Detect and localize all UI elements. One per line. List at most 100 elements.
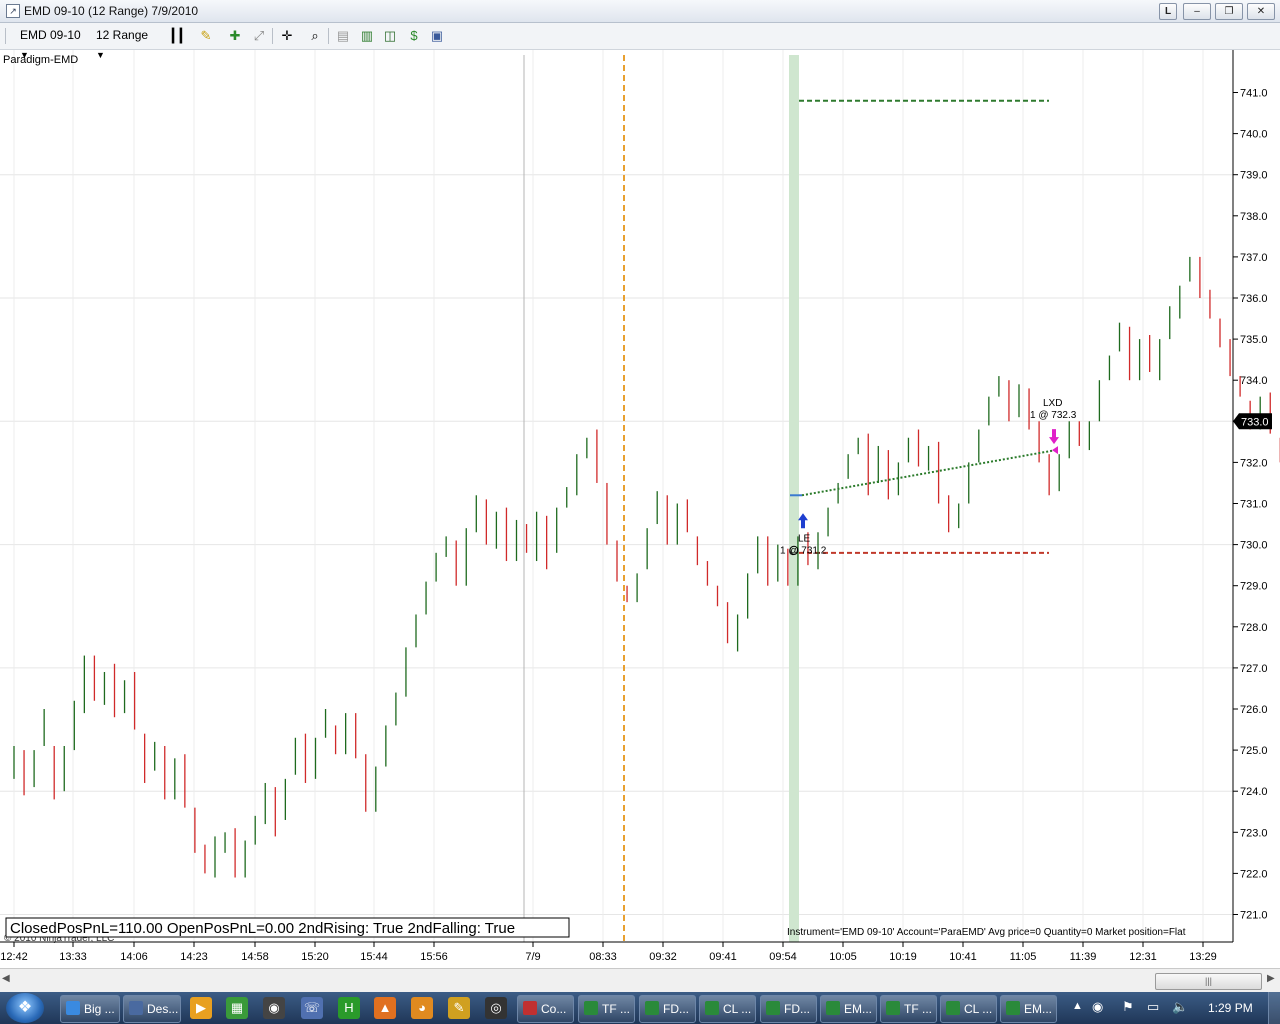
minimize-button[interactable]: – [1183, 3, 1211, 20]
strategies-icon[interactable]: ▥ [358, 27, 376, 45]
circle-tool-icon[interactable]: ◎ [485, 997, 507, 1019]
trade-markers: LE1 @ 731.2 LXD1 @ 732.3 [780, 398, 1077, 556]
time-tick-label: 15:44 [360, 951, 388, 963]
taskbar-button[interactable]: TF ... [880, 995, 937, 1023]
taskbar-button-label: TF ... [904, 1002, 932, 1016]
price-tick-label: 721.0 [1240, 910, 1268, 922]
cone-icon[interactable]: ▲ [374, 997, 396, 1019]
price-tick-label: 724.0 [1240, 786, 1268, 798]
exit-label: LXD [1043, 398, 1062, 409]
bar-style-icon[interactable]: ┃┃ [168, 27, 186, 45]
app-tiles-icon[interactable]: ▦ [226, 997, 248, 1019]
taskbar-button[interactable]: Des... [123, 995, 181, 1023]
horizontal-scrollbar[interactable]: ◀ ||| ▶ [0, 968, 1280, 993]
volume-icon[interactable]: 🔈 [1172, 999, 1188, 1015]
taskbar-button[interactable]: FD... [639, 995, 696, 1023]
time-tick-label: 08:33 [589, 951, 617, 963]
tray-up-arrow-icon[interactable]: ▲ [1072, 1000, 1083, 1012]
scroll-left-button[interactable]: ◀ [2, 973, 10, 984]
scroll-thumb[interactable]: ||| [1155, 973, 1262, 990]
close-button[interactable]: ✕ [1247, 3, 1275, 20]
app-icon [886, 1001, 900, 1015]
indicators-icon[interactable]: ◫ [381, 27, 399, 45]
app-icon [523, 1001, 537, 1015]
clock[interactable]: 1:29 PM [1208, 1001, 1253, 1015]
time-tick-label: 14:23 [180, 951, 208, 963]
time-tick-label: 7/9 [525, 951, 540, 963]
entry-label: LE [798, 533, 811, 544]
price-tick-label: 734.0 [1240, 375, 1268, 387]
taskbar-button-label: FD... [663, 1002, 689, 1016]
time-tick-label: 13:33 [59, 951, 87, 963]
instrument-selector[interactable]: EMD 09-10 ▼ [20, 26, 92, 60]
taskbar-button[interactable]: Co... [517, 995, 574, 1023]
price-tick-label: 731.0 [1240, 499, 1268, 511]
data-box-icon[interactable]: ▤ [334, 27, 352, 45]
chart-canvas[interactable]: LE1 @ 731.2LXD1 @ 732.3 741.0740.0739.07… [0, 50, 1280, 968]
price-tick-label: 727.0 [1240, 663, 1268, 675]
time-tick-label: 09:54 [769, 951, 797, 963]
taskbar-button-label: Big ... [84, 1002, 115, 1016]
network-icon[interactable]: ▭ [1147, 999, 1159, 1015]
exit-fill-label: 1 @ 732.3 [1030, 410, 1077, 421]
dollar-icon[interactable]: $ [405, 27, 423, 45]
green-app-icon[interactable]: H [338, 997, 360, 1019]
price-bars [13, 256, 1280, 878]
app-icon [946, 1001, 960, 1015]
windows-logo-icon: ❖ [17, 999, 33, 1016]
price-tick-label: 730.0 [1240, 540, 1268, 552]
price-tick-label: 736.0 [1240, 293, 1268, 305]
taskbar-button[interactable]: TF ... [578, 995, 635, 1023]
taskbar-button-label: TF ... [602, 1002, 630, 1016]
price-axis: 741.0 740.0 739.0 738.0 737.0 736.0 735.0 734.0… [1232, 50, 1272, 942]
taskbar-button-label: Co... [541, 1002, 567, 1016]
action-center-flag-icon[interactable]: ⚑ [1122, 999, 1134, 1015]
time-tick-label: 14:58 [241, 951, 269, 963]
taskbar-button[interactable]: Big ... [60, 995, 120, 1023]
app-icon [645, 1001, 659, 1015]
window-title: EMD 09-10 (12 Range) 7/9/2010 [24, 4, 199, 18]
time-tick-label: 10:05 [829, 951, 857, 963]
zoom-icon[interactable]: ⌕ [306, 27, 324, 45]
camera-icon[interactable]: ◉ [263, 997, 285, 1019]
time-tick-label: 11:39 [1070, 951, 1097, 963]
instrument-label: EMD 09-10 [20, 28, 81, 42]
crosshair-icon[interactable]: ✛ [278, 27, 296, 45]
price-tick-label: 737.0 [1240, 252, 1268, 264]
app-icon [826, 1001, 840, 1015]
taskbar-button[interactable]: CL ... [940, 995, 997, 1023]
pointer-icon[interactable]: ⤢ [250, 27, 268, 45]
app-icon [1006, 1001, 1020, 1015]
price-chart[interactable]: LE 1 @ 731.2 LXD 1 @ 732.3 741.0 740.0 739.0 7… [0, 50, 1280, 968]
maximize-button[interactable]: ❐ [1215, 3, 1243, 20]
tray-camera-icon[interactable]: ◉ [1092, 999, 1103, 1015]
taskbar-button[interactable]: FD... [760, 995, 817, 1023]
taskbar-button[interactable]: EM... [1000, 995, 1057, 1023]
drawing-pencil-icon[interactable]: ✎ [197, 27, 215, 45]
pin-icon[interactable]: ✚ [226, 27, 244, 45]
taskbar-button-label: EM... [1024, 1002, 1053, 1016]
properties-icon[interactable]: ▣ [428, 27, 446, 45]
scroll-grip: ||| [1204, 976, 1212, 986]
scroll-right-button[interactable]: ▶ [1267, 973, 1275, 984]
taskbar-button[interactable]: CL ... [699, 995, 756, 1023]
grid [0, 50, 1233, 942]
account-info: Instrument='EMD 09-10' Account='ParaEMD'… [787, 927, 1186, 938]
logo-button[interactable]: L [1159, 3, 1177, 20]
firefox-icon[interactable]: ◕ [411, 997, 433, 1019]
start-button[interactable]: ❖ [6, 993, 44, 1023]
media-player-icon[interactable]: ▶ [190, 997, 212, 1019]
time-tick-label: 12:31 [1129, 951, 1157, 963]
taskbar-button[interactable]: EM... [820, 995, 877, 1023]
separator [328, 28, 329, 44]
show-desktop-button[interactable] [1268, 992, 1280, 1024]
entry-bar-highlight [789, 55, 799, 942]
time-tick-label: 10:41 [949, 951, 977, 963]
app-icon [584, 1001, 598, 1015]
phone-icon[interactable]: ☏ [301, 997, 323, 1019]
pen-icon[interactable]: ✎ [448, 997, 470, 1019]
price-tick-label: 729.0 [1240, 581, 1268, 593]
price-tick-label: 725.0 [1240, 745, 1268, 757]
period-selector[interactable]: 12 Range ▼ [96, 26, 160, 60]
taskbar-button-label: FD... [784, 1002, 810, 1016]
